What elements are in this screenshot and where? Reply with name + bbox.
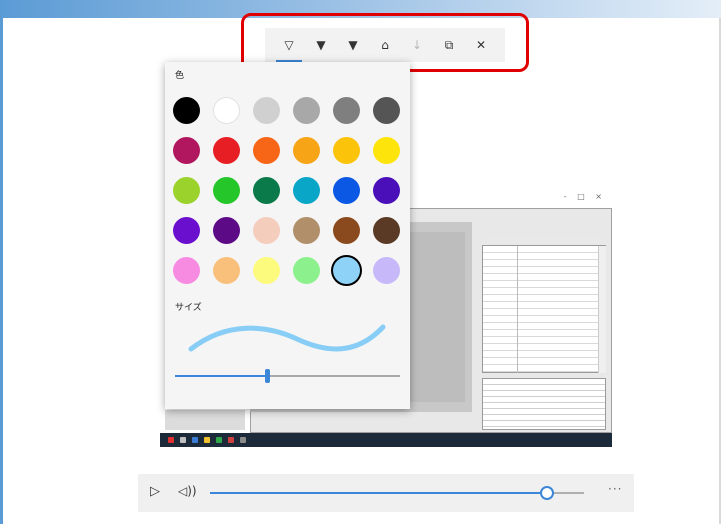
color-swatch[interactable] xyxy=(333,217,360,244)
more-options-button[interactable]: ··· xyxy=(608,482,622,496)
color-swatch[interactable] xyxy=(293,97,320,124)
color-swatch[interactable] xyxy=(293,217,320,244)
embedded-list-divider xyxy=(517,246,518,373)
embedded-gray-column xyxy=(405,232,465,402)
color-swatch[interactable] xyxy=(333,257,360,284)
ink-capture-frame: - □ × ▽ ▼ ▼ ⌂ ↓ ⧉ ✕ 色 サイズ ▷ ◁)) ··· xyxy=(0,0,721,524)
size-slider[interactable] xyxy=(175,369,400,383)
pen-options-flyout: 色 サイズ xyxy=(165,62,410,409)
stroke-preview xyxy=(188,324,386,352)
taskbar-app-icon xyxy=(240,437,246,443)
color-swatch[interactable] xyxy=(173,137,200,164)
color-swatch[interactable] xyxy=(213,97,240,124)
embedded-window-caption: - □ × xyxy=(420,190,612,208)
color-swatch[interactable] xyxy=(293,177,320,204)
color-swatch[interactable] xyxy=(253,217,280,244)
color-swatch[interactable] xyxy=(253,177,280,204)
size-slider-thumb[interactable] xyxy=(265,369,270,383)
color-swatch[interactable] xyxy=(373,257,400,284)
color-swatch[interactable] xyxy=(293,137,320,164)
color-palette xyxy=(173,97,405,285)
color-swatch[interactable] xyxy=(333,177,360,204)
seek-thumb[interactable] xyxy=(540,486,554,500)
media-control-bar: ▷ ◁)) ··· xyxy=(138,474,634,512)
color-swatch[interactable] xyxy=(373,97,400,124)
seek-bar[interactable] xyxy=(210,486,584,500)
taskbar-app-icon xyxy=(216,437,222,443)
color-swatch[interactable] xyxy=(173,257,200,284)
color-swatch[interactable] xyxy=(213,177,240,204)
play-button[interactable]: ▷ xyxy=(150,484,166,502)
taskbar-folder-icon xyxy=(204,437,210,443)
color-swatch[interactable] xyxy=(373,217,400,244)
color-swatch[interactable] xyxy=(173,177,200,204)
size-section-label: サイズ xyxy=(175,303,202,313)
volume-button[interactable]: ◁)) xyxy=(178,484,198,502)
seek-progress xyxy=(210,492,547,494)
color-swatch[interactable] xyxy=(373,137,400,164)
taskbar-app-icon xyxy=(228,437,234,443)
embedded-status-area xyxy=(165,410,245,430)
size-slider-fill xyxy=(175,375,267,377)
color-swatch[interactable] xyxy=(253,97,280,124)
embedded-taskbar xyxy=(160,433,612,447)
embedded-list-panel xyxy=(482,238,606,373)
color-swatch[interactable] xyxy=(213,137,240,164)
color-swatch[interactable] xyxy=(253,257,280,284)
color-swatch[interactable] xyxy=(253,137,280,164)
embedded-list-header xyxy=(482,238,606,246)
taskbar-search-icon xyxy=(180,437,186,443)
color-swatch[interactable] xyxy=(173,217,200,244)
color-swatch[interactable] xyxy=(173,97,200,124)
taskbar-app-icon xyxy=(192,437,198,443)
window-left-border xyxy=(0,18,3,524)
color-swatch[interactable] xyxy=(333,137,360,164)
embedded-window-controls: - □ × xyxy=(563,192,606,201)
color-swatch[interactable] xyxy=(213,257,240,284)
color-swatch[interactable] xyxy=(333,97,360,124)
embedded-log-panel xyxy=(482,378,606,430)
color-swatch[interactable] xyxy=(293,257,320,284)
color-swatch[interactable] xyxy=(373,177,400,204)
color-section-label: 色 xyxy=(175,71,185,81)
taskbar-start-icon xyxy=(168,437,174,443)
color-swatch[interactable] xyxy=(213,217,240,244)
embedded-list-scrollbar xyxy=(598,246,606,373)
